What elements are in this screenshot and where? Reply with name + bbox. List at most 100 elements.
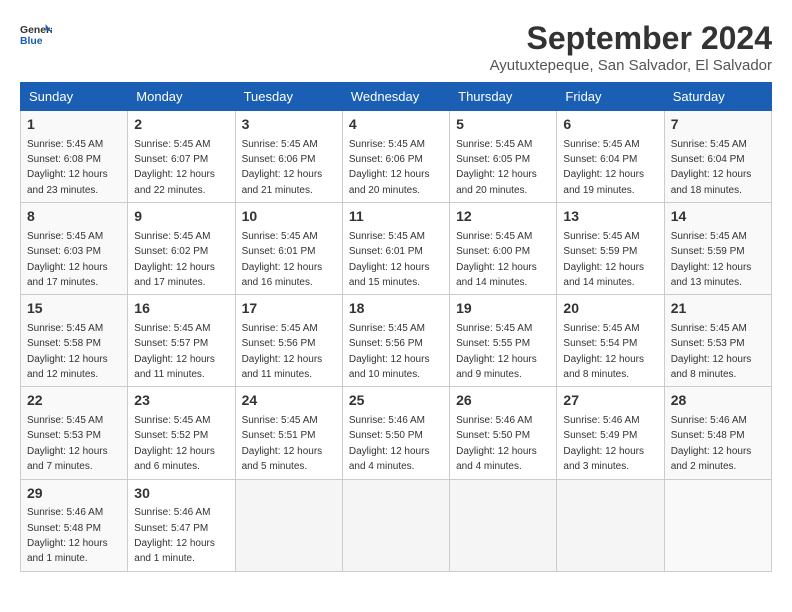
- day-cell-8: 8 Sunrise: 5:45 AMSunset: 6:03 PMDaylight…: [21, 203, 128, 295]
- day-cell-11: 11Sunrise: 5:45 AMSunset: 6:01 PMDayligh…: [342, 203, 449, 295]
- day-info: Sunrise: 5:45 AMSunset: 6:02 PMDaylight:…: [134, 231, 215, 288]
- day-number: 19: [456, 299, 550, 319]
- day-number: 25: [349, 391, 443, 411]
- day-number: 23: [134, 391, 228, 411]
- day-number: 12: [456, 207, 550, 227]
- header-thursday: Thursday: [450, 83, 557, 111]
- day-info: Sunrise: 5:45 AMSunset: 5:56 PMDaylight:…: [349, 323, 430, 380]
- day-info: Sunrise: 5:45 AMSunset: 6:08 PMDaylight:…: [27, 139, 108, 196]
- day-number: 8: [27, 207, 121, 227]
- day-info: Sunrise: 5:45 AMSunset: 5:53 PMDaylight:…: [27, 415, 108, 472]
- day-number: 5: [456, 115, 550, 135]
- day-number: 29: [27, 484, 121, 504]
- day-number: 20: [563, 299, 657, 319]
- week-row-2: 8 Sunrise: 5:45 AMSunset: 6:03 PMDaylight…: [21, 203, 772, 295]
- day-info: Sunrise: 5:45 AMSunset: 5:51 PMDaylight:…: [242, 415, 323, 472]
- day-info: Sunrise: 5:46 AMSunset: 5:49 PMDaylight:…: [563, 415, 644, 472]
- logo: General Blue: [20, 20, 52, 48]
- day-number: 21: [671, 299, 765, 319]
- day-number: 22: [27, 391, 121, 411]
- day-cell-empty-4-5: [557, 479, 664, 571]
- day-info: Sunrise: 5:45 AMSunset: 5:58 PMDaylight:…: [27, 323, 108, 380]
- day-cell-3: 3 Sunrise: 5:45 AMSunset: 6:06 PMDaylight…: [235, 111, 342, 203]
- day-cell-26: 26Sunrise: 5:46 AMSunset: 5:50 PMDayligh…: [450, 387, 557, 479]
- day-cell-30: 30 Sunrise: 5:46 AMSunset: 5:47 PMDayligh…: [128, 479, 235, 571]
- day-info: Sunrise: 5:45 AMSunset: 5:59 PMDaylight:…: [671, 231, 752, 288]
- week-row-1: 1 Sunrise: 5:45 AMSunset: 6:08 PMDaylight…: [21, 111, 772, 203]
- day-cell-20: 20 Sunrise: 5:45 AMSunset: 5:54 PMDayligh…: [557, 295, 664, 387]
- day-number: 14: [671, 207, 765, 227]
- day-number: 3: [242, 115, 336, 135]
- day-number: 1: [27, 115, 121, 135]
- day-number: 27: [563, 391, 657, 411]
- day-cell-28: 28 Sunrise: 5:46 AMSunset: 5:48 PMDayligh…: [664, 387, 771, 479]
- calendar-header-row: SundayMondayTuesdayWednesdayThursdayFrid…: [21, 83, 772, 111]
- page-header: General Blue September 2024 Ayutuxtepequ…: [20, 20, 772, 74]
- day-number: 2: [134, 115, 228, 135]
- day-info: Sunrise: 5:46 AMSunset: 5:50 PMDaylight:…: [349, 415, 430, 472]
- week-row-4: 22 Sunrise: 5:45 AMSunset: 5:53 PMDayligh…: [21, 387, 772, 479]
- header-wednesday: Wednesday: [342, 83, 449, 111]
- day-info: Sunrise: 5:45 AMSunset: 5:55 PMDaylight:…: [456, 323, 537, 380]
- day-cell-empty-4-6: [664, 479, 771, 571]
- day-cell-18: 18 Sunrise: 5:45 AMSunset: 5:56 PMDayligh…: [342, 295, 449, 387]
- day-cell-16: 16Sunrise: 5:45 AMSunset: 5:57 PMDayligh…: [128, 295, 235, 387]
- day-number: 4: [349, 115, 443, 135]
- location: Ayutuxtepeque, San Salvador, El Salvador: [490, 57, 772, 74]
- day-info: Sunrise: 5:45 AMSunset: 6:04 PMDaylight:…: [563, 139, 644, 196]
- logo-icon: General Blue: [20, 20, 52, 48]
- day-cell-14: 14 Sunrise: 5:45 AMSunset: 5:59 PMDayligh…: [664, 203, 771, 295]
- day-info: Sunrise: 5:46 AMSunset: 5:47 PMDaylight:…: [134, 507, 215, 564]
- day-info: Sunrise: 5:45 AMSunset: 5:56 PMDaylight:…: [242, 323, 323, 380]
- day-info: Sunrise: 5:46 AMSunset: 5:48 PMDaylight:…: [671, 415, 752, 472]
- day-cell-12: 12 Sunrise: 5:45 AMSunset: 6:00 PMDayligh…: [450, 203, 557, 295]
- day-cell-7: 7 Sunrise: 5:45 AMSunset: 6:04 PMDaylight…: [664, 111, 771, 203]
- day-number: 6: [563, 115, 657, 135]
- day-info: Sunrise: 5:45 AMSunset: 6:04 PMDaylight:…: [671, 139, 752, 196]
- day-cell-4: 4Sunrise: 5:45 AMSunset: 6:06 PMDaylight…: [342, 111, 449, 203]
- day-cell-9: 9 Sunrise: 5:45 AMSunset: 6:02 PMDaylight…: [128, 203, 235, 295]
- day-number: 18: [349, 299, 443, 319]
- day-cell-empty-4-2: [235, 479, 342, 571]
- day-info: Sunrise: 5:45 AMSunset: 5:59 PMDaylight:…: [563, 231, 644, 288]
- header-monday: Monday: [128, 83, 235, 111]
- day-info: Sunrise: 5:45 AMSunset: 6:06 PMDaylight:…: [242, 139, 323, 196]
- day-info: Sunrise: 5:46 AMSunset: 5:48 PMDaylight:…: [27, 507, 108, 564]
- day-number: 15: [27, 299, 121, 319]
- day-number: 17: [242, 299, 336, 319]
- header-sunday: Sunday: [21, 83, 128, 111]
- day-info: Sunrise: 5:45 AMSunset: 5:52 PMDaylight:…: [134, 415, 215, 472]
- day-cell-15: 15 Sunrise: 5:45 AMSunset: 5:58 PMDayligh…: [21, 295, 128, 387]
- day-cell-25: 25 Sunrise: 5:46 AMSunset: 5:50 PMDayligh…: [342, 387, 449, 479]
- header-tuesday: Tuesday: [235, 83, 342, 111]
- day-cell-24: 24 Sunrise: 5:45 AMSunset: 5:51 PMDayligh…: [235, 387, 342, 479]
- day-number: 10: [242, 207, 336, 227]
- day-info: Sunrise: 5:45 AMSunset: 6:00 PMDaylight:…: [456, 231, 537, 288]
- day-info: Sunrise: 5:45 AMSunset: 5:54 PMDaylight:…: [563, 323, 644, 380]
- week-row-5: 29 Sunrise: 5:46 AMSunset: 5:48 PMDayligh…: [21, 479, 772, 571]
- day-number: 30: [134, 484, 228, 504]
- svg-text:Blue: Blue: [20, 36, 43, 47]
- day-number: 24: [242, 391, 336, 411]
- day-number: 9: [134, 207, 228, 227]
- day-number: 28: [671, 391, 765, 411]
- day-cell-27: 27 Sunrise: 5:46 AMSunset: 5:49 PMDayligh…: [557, 387, 664, 479]
- day-cell-23: 23 Sunrise: 5:45 AMSunset: 5:52 PMDayligh…: [128, 387, 235, 479]
- day-cell-5: 5 Sunrise: 5:45 AMSunset: 6:05 PMDaylight…: [450, 111, 557, 203]
- day-cell-6: 6 Sunrise: 5:45 AMSunset: 6:04 PMDaylight…: [557, 111, 664, 203]
- day-cell-empty-4-3: [342, 479, 449, 571]
- day-info: Sunrise: 5:45 AMSunset: 6:05 PMDaylight:…: [456, 139, 537, 196]
- day-number: 26: [456, 391, 550, 411]
- month-title: September 2024: [490, 20, 772, 57]
- day-cell-13: 13Sunrise: 5:45 AMSunset: 5:59 PMDayligh…: [557, 203, 664, 295]
- day-number: 7: [671, 115, 765, 135]
- week-row-3: 15 Sunrise: 5:45 AMSunset: 5:58 PMDayligh…: [21, 295, 772, 387]
- day-cell-21: 21Sunrise: 5:45 AMSunset: 5:53 PMDayligh…: [664, 295, 771, 387]
- day-cell-2: 2Sunrise: 5:45 AMSunset: 6:07 PMDaylight…: [128, 111, 235, 203]
- header-friday: Friday: [557, 83, 664, 111]
- day-info: Sunrise: 5:45 AMSunset: 5:57 PMDaylight:…: [134, 323, 215, 380]
- calendar-table: SundayMondayTuesdayWednesdayThursdayFrid…: [20, 82, 772, 572]
- day-info: Sunrise: 5:45 AMSunset: 6:03 PMDaylight:…: [27, 231, 108, 288]
- day-cell-29: 29 Sunrise: 5:46 AMSunset: 5:48 PMDayligh…: [21, 479, 128, 571]
- day-info: Sunrise: 5:45 AMSunset: 6:01 PMDaylight:…: [349, 231, 430, 288]
